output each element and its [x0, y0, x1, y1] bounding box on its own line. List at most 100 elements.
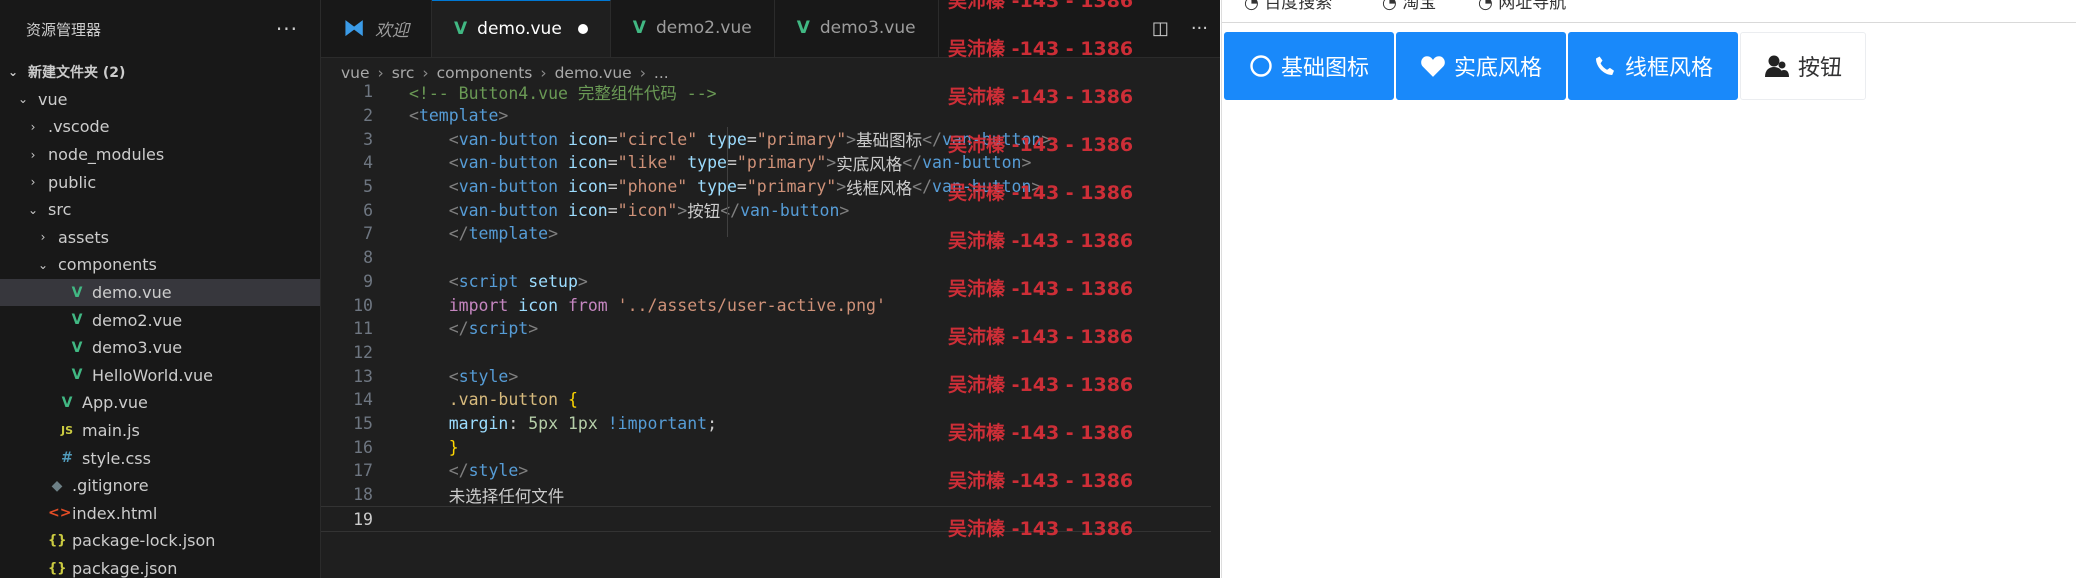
html-file-icon: <>	[48, 505, 72, 522]
tree-item-label: .vscode	[48, 117, 110, 137]
tree-file[interactable]: V HelloWorld.vue	[0, 362, 320, 390]
code-line[interactable]: 2 < template >	[321, 104, 1211, 128]
tree-folder[interactable]: › .vscode	[0, 113, 320, 141]
editor-tab[interactable]: Vdemo3.vue	[775, 0, 939, 57]
tree-item-label: package-lock.json	[72, 531, 216, 551]
chevron-down-icon: ⌄	[17, 92, 29, 107]
code-token: </	[922, 129, 942, 149]
tree-file[interactable]: Vdemo.vue	[0, 278, 320, 307]
code-token: "icon"	[617, 200, 678, 220]
editor-tab[interactable]: Vdemo.vue	[432, 0, 611, 57]
chevron-down-icon: ⌄	[27, 202, 39, 217]
code-token: >	[1041, 129, 1052, 149]
plain-button[interactable]: 按钮	[1740, 32, 1866, 100]
editor-tab[interactable]: Vdemo2.vue	[611, 0, 775, 57]
tree-folder[interactable]: ⌄ src	[0, 196, 320, 224]
outline-style-button[interactable]: 线框风格	[1568, 32, 1738, 100]
tree-folder[interactable]: › node_modules	[0, 141, 320, 169]
split-editor-icon[interactable]: ◫	[1152, 18, 1169, 39]
file-tree: ⌄ 新建文件夹 (2) ⌄ vue › .vscode › node_modules › publ…	[0, 58, 320, 582]
code-line[interactable]: 18 未选择任何文件	[321, 483, 1211, 507]
line-number: 3	[363, 129, 373, 149]
code-line[interactable]: 16 }	[321, 435, 1211, 459]
code-token: '../assets/user-active.png'	[617, 295, 886, 315]
tree-folder[interactable]: ⌄ vue	[0, 86, 320, 114]
code-line[interactable]: 5 < van-button icon = "phone" type = "primary…	[321, 175, 1211, 199]
code-token: "like"	[617, 153, 678, 173]
code-line[interactable]: 9 < script setup >	[321, 270, 1211, 294]
editor-tab[interactable]: ⧓ 欢迎	[321, 0, 432, 57]
chevron-down-icon: ⌄	[7, 64, 19, 79]
code-token: =	[607, 129, 618, 149]
code-token: "primary"	[756, 129, 847, 149]
tree-file[interactable]: JS main.js	[0, 417, 320, 445]
tree-item-label: public	[48, 172, 97, 192]
code-line[interactable]: 11 </script >	[321, 317, 1211, 341]
code-line[interactable]: 15 margin: 5px 1px !important;	[321, 412, 1211, 436]
bookmark-nav[interactable]: ◔ 网址导航	[1478, 0, 1566, 13]
code-line[interactable]: 10 import icon from '../assets/user-acti…	[321, 293, 1211, 317]
more-editor-actions-icon[interactable]: ···	[1191, 18, 1208, 39]
code-token: van-button	[458, 200, 559, 220]
phone-icon	[1593, 54, 1617, 78]
tree-folder[interactable]: ⌄ 新建文件夹 (2)	[0, 58, 320, 86]
code-token: template	[468, 224, 549, 244]
code-line[interactable]: 7 </template >	[321, 222, 1211, 246]
code-line[interactable]: 14 .van-button {	[321, 388, 1211, 412]
bookmark-taobao[interactable]: ◔ 淘宝	[1382, 0, 1436, 13]
code-token: setup	[528, 271, 578, 291]
code-lines[interactable]: 1 <!-- Button4.vue 完整组件代码 --> 2 < template >3…	[321, 80, 1211, 533]
code-token: icon	[518, 295, 559, 315]
tree-file[interactable]: V App.vue	[0, 389, 320, 417]
tree-item-label: assets	[58, 227, 109, 247]
tree-file[interactable]: Vdemo2.vue	[0, 306, 320, 334]
tree-file[interactable]: Vdemo3.vue	[0, 334, 320, 362]
vue-file-icon: V	[71, 312, 83, 329]
chevron-down-icon: ⌄	[37, 257, 49, 272]
explorer-title: 资源管理器	[26, 20, 102, 39]
unsaved-dot-icon[interactable]	[577, 24, 588, 34]
css-file-icon: #	[61, 450, 73, 467]
code-line[interactable]: 6 < van-button icon = "icon" > 按钮 </van-button…	[321, 198, 1211, 222]
more-actions-icon[interactable]: ···	[276, 17, 298, 41]
tree-file[interactable]: ◆ .gitignore	[0, 472, 320, 500]
tree-file[interactable]: <> index.html	[0, 500, 320, 528]
tree-item-label: vue	[38, 89, 68, 109]
chevron-right-icon: ›	[30, 147, 36, 162]
tree-folder[interactable]: › public	[0, 168, 320, 196]
code-token: van-button	[941, 129, 1042, 149]
solid-style-button[interactable]: 实底风格	[1396, 32, 1566, 100]
code-token: >	[528, 319, 539, 339]
code-token: </	[448, 461, 469, 481]
basic-icon-button[interactable]: 基础图标	[1224, 32, 1394, 100]
code-line[interactable]: 17 </style >	[321, 459, 1211, 483]
tab-label: demo.vue	[477, 19, 562, 39]
tree-file[interactable]: {} package-lock.json	[0, 527, 320, 555]
tree-folder[interactable]: › assets	[0, 224, 320, 252]
code-line[interactable]: 8	[321, 246, 1211, 270]
tab-label: demo2.vue	[655, 18, 752, 38]
tree-folder[interactable]: ⌄ components	[0, 251, 320, 279]
code-line[interactable]: 13 < style >	[321, 364, 1211, 388]
code-line[interactable]: 4 < van-button icon = "like" type = "primary"…	[321, 151, 1211, 175]
tree-file[interactable]: # style.css	[0, 444, 320, 472]
code-line[interactable]: 19	[321, 506, 1211, 533]
code-line[interactable]: 3 < van-button icon = "circle" type = "primar…	[321, 127, 1211, 151]
code-line[interactable]: 12	[321, 341, 1211, 365]
code-line[interactable]: 1 <!-- Button4.vue 完整组件代码 -->	[321, 80, 1211, 104]
line-number: 5	[363, 177, 373, 197]
user-icon	[1764, 53, 1790, 79]
vue-icon: V	[632, 18, 646, 38]
code-token: >	[548, 224, 559, 244]
json-file-icon: {}	[48, 560, 67, 576]
bookmark-baidu[interactable]: ◔ 百度搜索	[1244, 0, 1332, 13]
